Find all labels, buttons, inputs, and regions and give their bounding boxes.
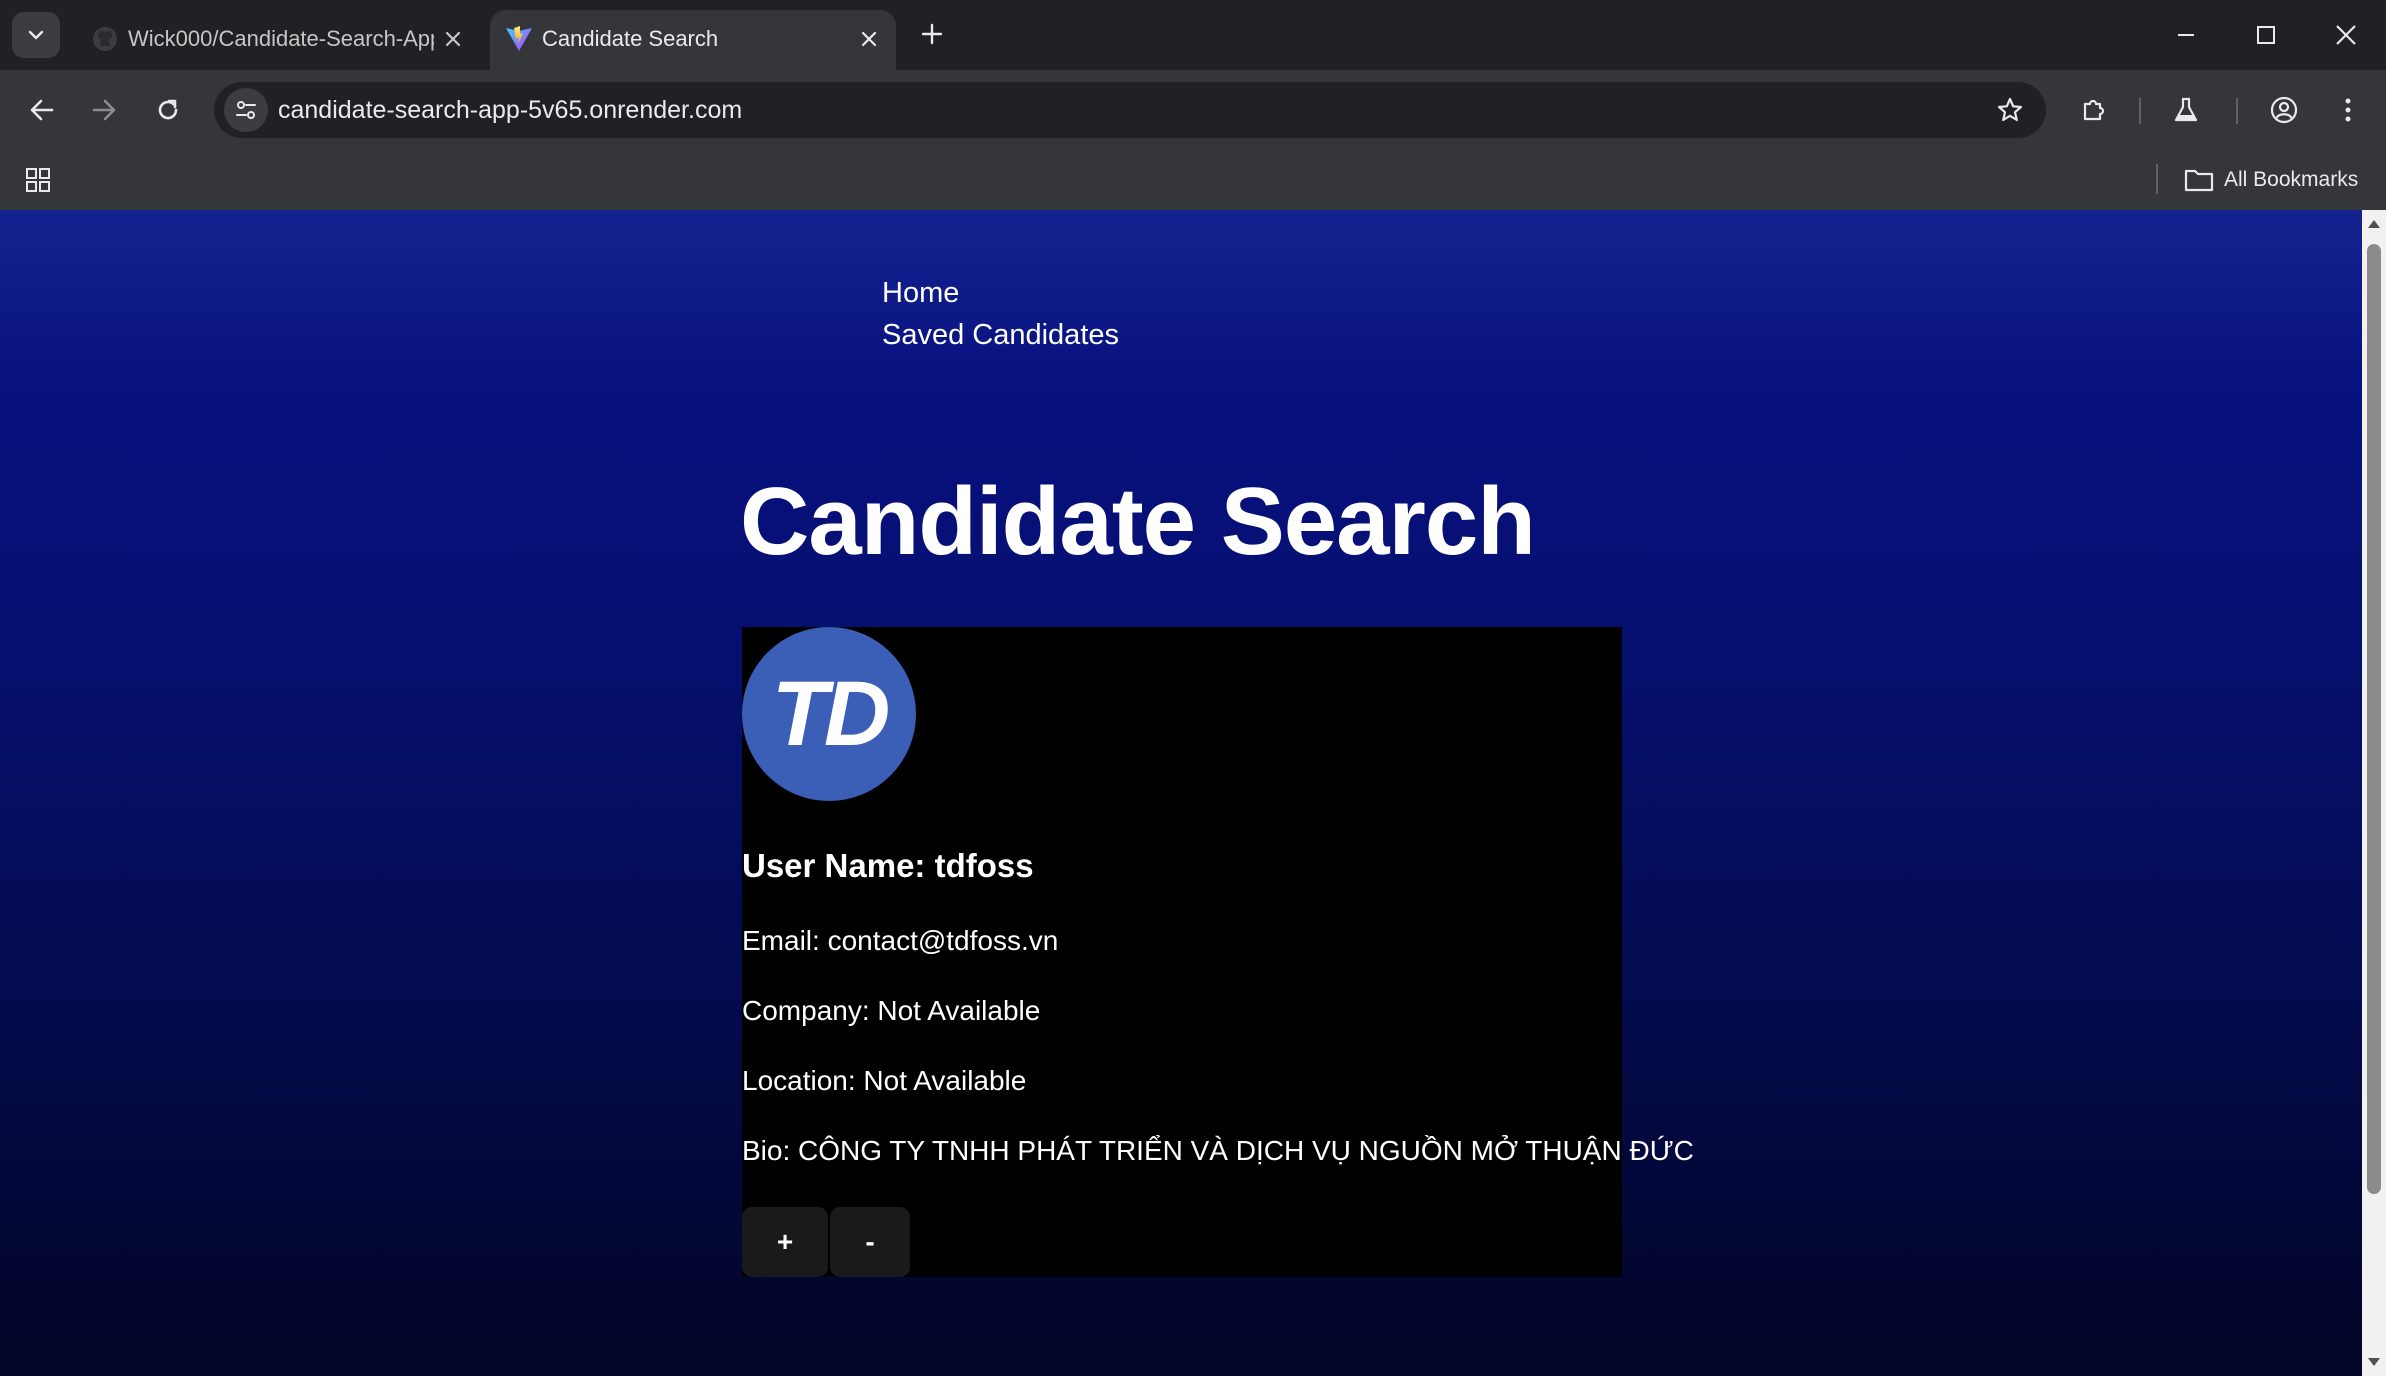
site-nav: Home Saved Candidates [882,272,1119,356]
tab-search-button[interactable] [12,12,60,58]
browser-toolbar: candidate-search-app-5v65.onrender.com [0,70,2386,150]
forward-button[interactable] [80,86,128,134]
add-candidate-button[interactable]: + [742,1207,828,1277]
site-info-button[interactable] [224,88,268,132]
page-content: Home Saved Candidates Candidate Search T… [0,210,2362,1376]
url-text[interactable]: candidate-search-app-5v65.onrender.com [278,82,742,138]
avatar: TD [742,627,916,801]
close-tab-icon[interactable] [854,24,884,54]
candidate-email: Email: contact@tdfoss.vn [742,925,1059,956]
toolbar-divider [2139,98,2141,124]
avatar-logo-text: TD [771,662,891,765]
chevron-down-icon [28,30,44,40]
nav-link-saved-candidates[interactable]: Saved Candidates [882,314,1119,356]
bookmarks-divider [2156,164,2158,194]
minimize-button[interactable] [2146,0,2226,70]
scrollbar-thumb[interactable] [2367,244,2381,1194]
close-icon [2336,25,2356,45]
candidate-location: Location: Not Available [742,1065,1027,1096]
minimize-icon [2178,34,2194,36]
browser-window: Wick000/Candidate-Search-App Candidate S [0,0,2386,1376]
maximize-icon [2257,26,2275,44]
github-icon [93,27,117,51]
candidate-company: Company: Not Available [742,995,1041,1026]
bookmarks-bar: All Bookmarks [0,150,2386,210]
tune-icon [236,101,256,119]
puzzle-icon [2083,99,2105,121]
candidate-bio: Bio: CÔNG TY TNHH PHÁT TRIỂN VÀ DỊCH VỤ … [742,1135,1694,1166]
address-bar[interactable]: candidate-search-app-5v65.onrender.com [214,82,2046,138]
tab-title: Wick000/Candidate-Search-App [128,26,434,51]
arrow-right-icon [92,99,116,121]
labs-button[interactable] [2162,86,2210,134]
apps-grid-icon[interactable] [20,162,56,198]
tab-title: Candidate Search [542,26,719,51]
reload-icon [158,99,178,120]
all-bookmarks-button[interactable]: All Bookmarks [2184,160,2358,200]
menu-button[interactable] [2324,86,2372,134]
maximize-button[interactable] [2226,0,2306,70]
new-tab-button[interactable] [912,14,952,54]
account-icon [2270,96,2298,124]
nav-link-home[interactable]: Home [882,272,1119,314]
tab-candidate-search[interactable]: Candidate Search [490,10,896,70]
extensions-button[interactable] [2070,86,2118,134]
skip-candidate-button[interactable]: - [830,1207,910,1277]
page-scrollbar[interactable] [2362,210,2386,1376]
tab-github[interactable]: Wick000/Candidate-Search-App [76,10,480,70]
more-vertical-icon [2345,98,2351,122]
flask-icon [2174,97,2198,122]
reload-button[interactable] [144,86,192,134]
close-window-button[interactable] [2306,0,2386,70]
candidate-username: User Name: tdfoss [742,847,1034,884]
plus-icon [921,23,943,45]
scroll-up-arrow-icon[interactable] [2368,220,2380,228]
scroll-down-arrow-icon[interactable] [2368,1358,2380,1366]
page-title: Candidate Search [740,468,1536,575]
close-tab-icon[interactable] [438,24,468,54]
toolbar-divider [2236,98,2238,124]
page-viewport: Home Saved Candidates Candidate Search T… [0,210,2386,1376]
profile-button[interactable] [2260,86,2308,134]
folder-icon [2184,169,2214,192]
tab-strip: Wick000/Candidate-Search-App Candidate S [0,0,2386,70]
arrow-left-icon [30,99,54,121]
vite-icon [506,26,532,51]
bookmark-star-icon[interactable] [1990,90,2030,130]
back-button[interactable] [18,86,66,134]
candidate-card: TD User Name: tdfoss Email: contact@tdfo… [742,627,1694,1277]
all-bookmarks-label: All Bookmarks [2224,168,2359,191]
